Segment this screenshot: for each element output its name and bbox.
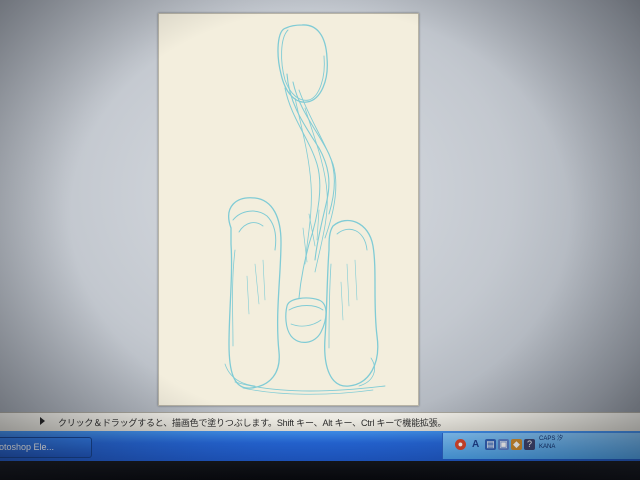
status-hint-text: クリック＆ドラッグすると、描画色で塗りつぶします。Shift キー、Alt キー… [58,418,447,428]
monitor-screen: クリック＆ドラッグすると、描画色で塗りつぶします。Shift キー、Alt キー… [0,0,640,480]
tray-red-icon[interactable]: ● [455,439,466,450]
taskbar-photoshop-elements-button[interactable]: otoshop Ele... [0,437,92,458]
help-icon[interactable]: ? [524,439,535,450]
editor-workspace [0,0,640,412]
tray-app-icon[interactable]: ◆ [511,439,522,450]
system-tray: ● A ▤ ▣ ◆ ? CAPS 汐 KANA [442,433,640,459]
ime-mode-indicator[interactable]: A [472,439,479,450]
play-arrow-icon[interactable] [40,417,45,425]
taskbar: otoshop Ele... ● A ▤ ▣ ◆ ? CAPS 汐 KANA [0,431,640,461]
kana-indicator: KANA [539,444,556,450]
pencil-sketch [224,24,386,395]
status-bar: クリック＆ドラッグすると、描画色で塗りつぶします。Shift キー、Alt キー… [0,412,640,432]
ime-pad-icon[interactable]: ▣ [498,439,509,450]
caps-indicator: CAPS 汐 [539,436,564,442]
monitor-bezel [0,461,640,480]
ime-dictionary-icon[interactable]: ▤ [485,439,496,450]
tray-status-text: CAPS 汐 KANA [539,435,563,451]
document-canvas[interactable] [158,13,419,406]
